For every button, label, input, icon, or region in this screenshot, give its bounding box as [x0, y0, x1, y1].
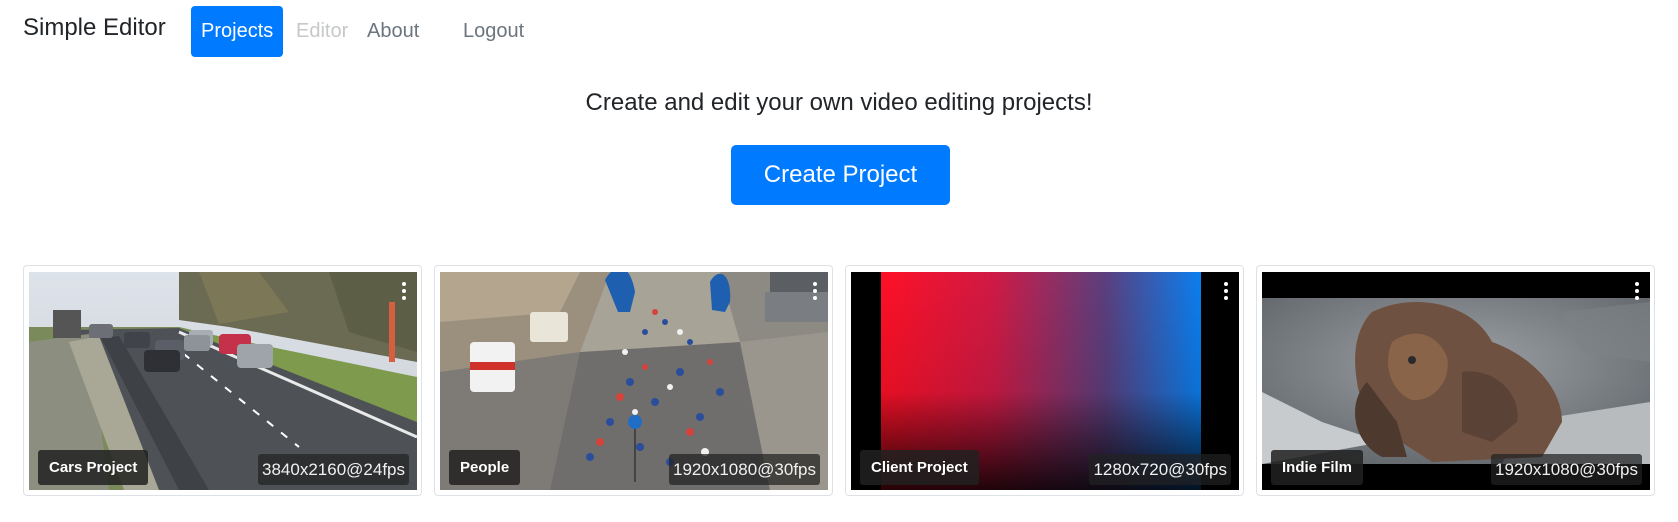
nav-projects[interactable]: Projects — [191, 6, 284, 57]
project-resolution-badge: 1920x1080@30fps — [1491, 454, 1642, 485]
nav-about[interactable]: About — [357, 6, 429, 57]
project-resolution-badge: 1920x1080@30fps — [669, 454, 820, 485]
project-name-badge: Cars Project — [38, 450, 149, 485]
project-card-client[interactable]: Client Project 1280x720@30fps — [845, 265, 1244, 496]
create-project-button[interactable]: Create Project — [731, 145, 950, 205]
project-thumbnail[interactable]: Cars Project 3840x2160@24fps — [29, 272, 417, 490]
project-thumbnail[interactable]: Indie Film 1920x1080@30fps — [1262, 272, 1650, 490]
nav-editor: Editor — [296, 20, 349, 42]
project-name-badge: Client Project — [860, 450, 979, 485]
more-vertical-icon[interactable] — [808, 280, 822, 302]
project-card-people[interactable]: People 1920x1080@30fps — [434, 265, 833, 496]
project-thumbnail[interactable]: Client Project 1280x720@30fps — [851, 272, 1239, 490]
project-name-badge: Indie Film — [1271, 450, 1364, 485]
nav-logout[interactable]: Logout — [453, 6, 534, 57]
project-thumbnail[interactable]: People 1920x1080@30fps — [440, 272, 828, 490]
project-resolution-badge: 1280x720@30fps — [1089, 454, 1231, 485]
more-vertical-icon[interactable] — [1219, 280, 1233, 302]
top-navbar: Simple Editor Projects Editor About Logo… — [0, 0, 1678, 62]
page-tagline: Create and edit your own video editing p… — [585, 89, 1093, 116]
more-vertical-icon[interactable] — [1630, 280, 1644, 302]
project-card-cars[interactable]: Cars Project 3840x2160@24fps — [23, 265, 422, 496]
brand-title[interactable]: Simple Editor — [23, 14, 166, 42]
project-resolution-badge: 3840x2160@24fps — [258, 454, 409, 485]
project-card-indie-film[interactable]: Indie Film 1920x1080@30fps — [1256, 265, 1655, 496]
project-name-badge: People — [449, 450, 521, 485]
more-vertical-icon[interactable] — [397, 280, 411, 302]
